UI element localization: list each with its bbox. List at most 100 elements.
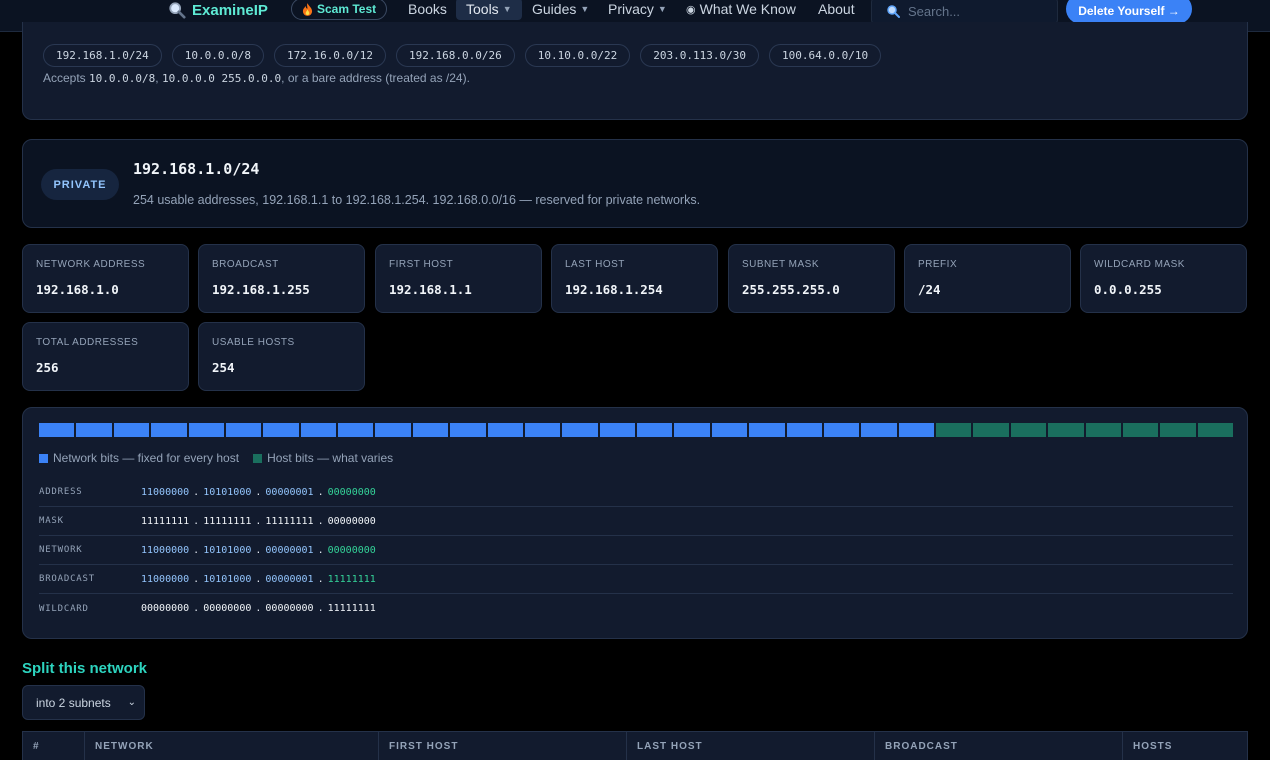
octet: 00000001: [265, 544, 314, 556]
stat-label: Total Addresses: [36, 337, 139, 348]
example-chip[interactable]: 192.168.0.0/26: [396, 44, 515, 67]
network-bit: [823, 423, 860, 437]
network-bit: [599, 423, 635, 437]
host-bit: [1122, 423, 1159, 437]
octet-separator: .: [317, 573, 324, 585]
network-bit: [76, 423, 112, 437]
scam-test-button[interactable]: Scam Test: [291, 0, 388, 20]
nav-privacy-label: Privacy: [608, 1, 654, 17]
stat-value: 192.168.1.254: [565, 282, 663, 297]
network-bit: [674, 423, 710, 437]
result-summary: PRIVATE 192.168.1.0/24 254 usable addres…: [22, 139, 1248, 228]
stat-label: Last Host: [565, 259, 625, 270]
network-bit: [263, 423, 299, 437]
example-chip[interactable]: 10.0.0.0/8: [171, 44, 264, 67]
octet: 00000000: [327, 486, 376, 498]
binary-octets: 11111111. 11111111. 11111111. 00000000: [141, 516, 376, 527]
stat-value: 254: [212, 360, 235, 375]
nav-books[interactable]: Books: [408, 0, 447, 20]
nav-guides[interactable]: Guides ▼: [532, 0, 589, 20]
network-bit: [225, 423, 262, 437]
example-chip[interactable]: 172.16.0.0/12: [273, 44, 387, 67]
octet: 11000000: [141, 544, 190, 556]
octet: 11111111: [265, 515, 314, 527]
binary-row-label: Wildcard: [39, 603, 89, 614]
stat-value: 192.168.1.255: [212, 282, 310, 297]
chevron-down-icon: ⌄: [127, 697, 136, 708]
search-box[interactable]: [871, 0, 1058, 24]
stat-card-usable-hosts: Usable Hosts 254: [198, 322, 365, 391]
octet-separator: .: [317, 486, 324, 498]
caret-down-icon: ▼: [502, 4, 512, 14]
nav-tools[interactable]: Tools ▼: [456, 0, 522, 20]
bit-bar: [39, 423, 1233, 437]
octet: 00000000: [203, 603, 252, 614]
binary-row-address: Address 11000000. 10101000. 00000001. 000000…: [39, 478, 1233, 507]
stat-label: Wildcard Mask: [1094, 259, 1185, 270]
network-bit: [524, 423, 561, 437]
octet: 00000000: [141, 603, 190, 614]
nav-guides-label: Guides: [532, 1, 577, 17]
network-bit: [487, 423, 523, 437]
octet: 00000000: [327, 544, 376, 556]
column-header: Hosts: [1133, 740, 1173, 752]
network-bit: [151, 423, 187, 437]
binary-row-label: Mask: [39, 516, 64, 526]
stat-label: First Host: [389, 259, 454, 270]
octet: 11111111: [141, 515, 190, 527]
octet: 11111111: [203, 515, 252, 527]
host-bit: [1010, 423, 1047, 437]
column-header: Last Host: [627, 732, 875, 760]
example-chip[interactable]: 192.168.1.0/24: [43, 44, 162, 67]
legend-swatch-network: [39, 453, 48, 463]
nav-about[interactable]: About: [818, 0, 855, 20]
stat-label: Usable Hosts: [212, 337, 295, 348]
example-chip[interactable]: 203.0.113.0/30: [640, 44, 759, 67]
octet-separator: .: [255, 486, 262, 498]
binary-octets: 11000000. 10101000. 00000001. 11111111: [141, 574, 376, 585]
example-chip[interactable]: 100.64.0.0/10: [768, 44, 882, 67]
caret-down-icon: ▼: [580, 4, 590, 14]
caret-down-icon: ▼: [657, 4, 667, 14]
bit-breakdown-panel: Network bits — fixed for every host Host…: [22, 407, 1248, 639]
network-bit: [188, 423, 224, 437]
hint-separator: ,: [155, 71, 159, 85]
binary-row-label: Broadcast: [39, 574, 95, 584]
binary-row-broadcast: Broadcast 11000000. 10101000. 00000001. 1111…: [39, 565, 1233, 594]
octet-separator: .: [255, 544, 262, 556]
brand-logo[interactable]: ExamineIP: [168, 0, 268, 22]
hint-prefix: Accepts: [43, 71, 86, 85]
magnifier-icon: [169, 2, 186, 19]
network-bit: [375, 423, 411, 437]
search-icon: [887, 5, 900, 18]
subnet-count-value: into 2 subnets: [36, 695, 111, 710]
binary-row-mask: Mask 11111111. 11111111. 11111111. 00000000: [39, 507, 1233, 536]
octet-separator: .: [317, 515, 324, 527]
octet: 00000000: [327, 515, 376, 527]
stat-card-total-addresses: Total Addresses 256: [22, 322, 189, 391]
flame-icon: [302, 2, 313, 16]
legend-swatch-host: [253, 453, 263, 463]
stat-value: 192.168.1.1: [389, 282, 472, 297]
stat-card-first-host: First Host 192.168.1.1: [375, 244, 542, 313]
binary-row-wildcard: Wildcard 00000000. 00000000. 00000000. 11111…: [39, 594, 1233, 623]
binary-octets: 11000000. 10101000. 00000001. 00000000: [141, 545, 376, 556]
example-chip[interactable]: 10.10.0.0/22: [524, 44, 631, 67]
binary-octets: 00000000. 00000000. 00000000. 11111111: [141, 603, 376, 614]
nav-privacy[interactable]: Privacy ▼: [608, 0, 667, 20]
network-bit: [749, 423, 785, 437]
scam-test-label: Scam Test: [317, 2, 377, 16]
network-bit: [711, 423, 748, 437]
subnet-count-select[interactable]: into 2 subnets ⌄: [22, 685, 145, 720]
network-bit: [637, 423, 673, 437]
search-input[interactable]: [908, 3, 1048, 19]
octet-separator: .: [193, 573, 200, 585]
nav-what-we-know[interactable]: ◉ What We Know: [686, 0, 796, 20]
stat-card-broadcast: Broadcast 192.168.1.255: [198, 244, 365, 313]
octet: 00000001: [265, 573, 314, 585]
input-hint: Accepts 10.0.0.0/8, 10.0.0.0 255.0.0.0, …: [43, 71, 470, 85]
legend-network: Network bits — fixed for every host: [39, 451, 239, 465]
bit-legend: Network bits — fixed for every host Host…: [39, 451, 393, 465]
host-bit: [1160, 423, 1196, 437]
delete-yourself-button[interactable]: Delete Yourself →: [1066, 0, 1192, 24]
